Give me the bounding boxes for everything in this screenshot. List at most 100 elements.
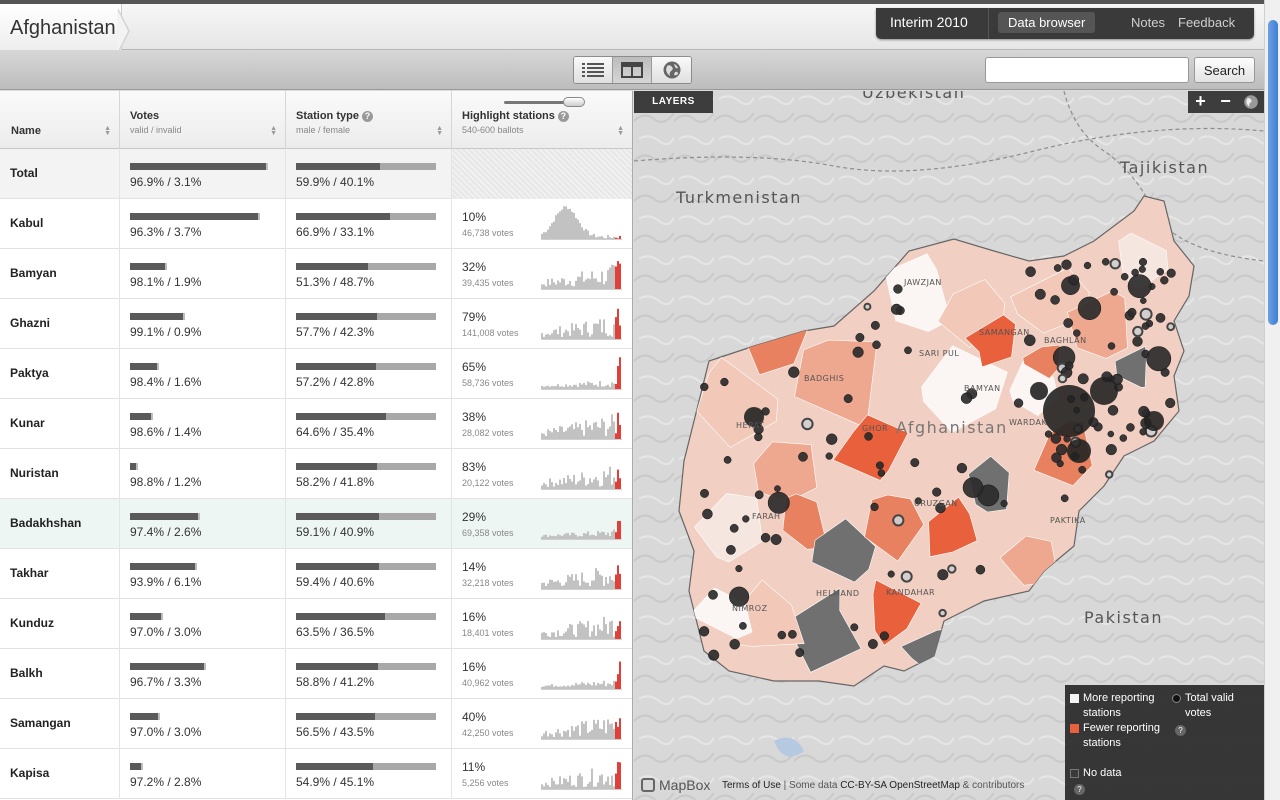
vote-dot[interactable] <box>1057 373 1068 384</box>
vote-dot[interactable] <box>956 462 968 474</box>
table-row[interactable]: Kapisa 97.2% / 2.8% 54.9% / 45.1% 11% 5,… <box>0 749 632 799</box>
mapbox-logo[interactable]: MapBox <box>641 777 710 793</box>
vote-dot[interactable] <box>1140 297 1147 304</box>
vote-dot[interactable] <box>1105 444 1117 456</box>
vote-dot[interactable] <box>892 514 905 527</box>
help-icon[interactable]: ? <box>1074 784 1085 795</box>
vote-dot[interactable] <box>1044 430 1053 438</box>
vote-dot[interactable] <box>1034 288 1046 300</box>
vote-dot[interactable] <box>1132 325 1144 338</box>
vote-dot[interactable] <box>708 589 718 600</box>
table-row[interactable]: Ghazni 99.1% / 0.9% 57.7% / 42.3% 79% 14… <box>0 299 632 349</box>
vote-dot[interactable] <box>1166 268 1176 278</box>
vote-dot[interactable] <box>708 649 720 661</box>
vote-dot[interactable] <box>1138 257 1148 267</box>
vote-dot[interactable] <box>1165 397 1176 409</box>
vote-dot[interactable] <box>887 570 895 578</box>
vote-dot[interactable] <box>852 346 864 358</box>
vote-dot[interactable] <box>875 461 884 470</box>
table-row[interactable]: Kabul 96.3% / 3.7% 66.9% / 33.1% 10% 46,… <box>0 199 632 249</box>
vote-dot[interactable] <box>910 458 920 468</box>
vote-dot[interactable] <box>1107 430 1115 438</box>
vote-dot[interactable] <box>742 515 750 523</box>
vote-dot[interactable] <box>1043 385 1095 437</box>
vote-dot[interactable] <box>1000 499 1008 508</box>
vote-dot[interactable] <box>975 564 986 575</box>
vote-dot[interactable] <box>1139 307 1153 321</box>
vote-dot[interactable] <box>1138 265 1146 273</box>
vote-dot[interactable] <box>1155 313 1166 323</box>
column-header-votes[interactable]: Votes valid / invalid ▲ ▼ <box>120 91 286 149</box>
vote-dot[interactable] <box>870 502 879 512</box>
vote-dot[interactable] <box>826 433 838 445</box>
vote-dot[interactable] <box>850 623 859 632</box>
vote-dot[interactable] <box>1056 460 1064 468</box>
list-view-button[interactable] <box>574 57 613 83</box>
vote-dot[interactable] <box>872 340 881 350</box>
vote-dot[interactable] <box>700 382 709 392</box>
vote-dot[interactable] <box>870 320 880 330</box>
terms-link[interactable]: Terms of Use <box>722 780 781 791</box>
search-button[interactable]: Search <box>1194 57 1255 83</box>
vote-dot[interactable] <box>855 333 865 342</box>
vote-dot[interactable] <box>1101 258 1110 266</box>
vote-dot[interactable] <box>1068 274 1080 286</box>
vote-dot[interactable] <box>938 608 947 618</box>
vote-dot[interactable] <box>1141 322 1150 330</box>
vote-dot[interactable] <box>1025 266 1036 277</box>
vote-dot[interactable] <box>1127 307 1137 317</box>
zoom-in-button[interactable]: + <box>1188 91 1213 113</box>
vote-dot[interactable] <box>1139 428 1147 436</box>
table-row-total[interactable]: Total 96.9% / 3.1% 59.9% / 40.1% <box>0 149 632 199</box>
vote-dot[interactable] <box>1078 465 1087 474</box>
vote-dot[interactable] <box>932 487 942 497</box>
vote-dot[interactable] <box>1107 342 1116 350</box>
vote-dot[interactable] <box>864 432 873 441</box>
column-header-highlight[interactable]: Highlight stations? 540-600 ballots ▲ ▼ <box>452 91 632 149</box>
vote-dot[interactable] <box>1064 361 1074 371</box>
vote-dot[interactable] <box>788 366 800 378</box>
scrollbar-thumb[interactable] <box>1268 20 1278 325</box>
breadcrumb[interactable]: Afghanistan <box>0 4 122 50</box>
vote-dot[interactable] <box>1063 318 1074 328</box>
vote-dot[interactable] <box>904 346 912 355</box>
vote-dot[interactable] <box>867 639 878 649</box>
nav-feedback[interactable]: Feedback <box>1168 12 1245 33</box>
table-row[interactable]: Bamyan 98.1% / 1.9% 51.3% / 48.7% 32% 39… <box>0 249 632 299</box>
vote-dot[interactable] <box>1050 295 1060 305</box>
vote-dot[interactable] <box>1060 494 1069 503</box>
help-icon[interactable]: ? <box>1175 725 1186 736</box>
search-input[interactable] <box>985 57 1189 83</box>
vote-dot[interactable] <box>900 570 913 583</box>
vote-dot[interactable] <box>729 523 739 533</box>
table-row[interactable]: Nuristan 98.8% / 1.2% 58.2% / 41.8% 83% … <box>0 449 632 499</box>
vote-dot[interactable] <box>770 534 782 545</box>
table-row[interactable]: Badakhshan 97.4% / 2.6% 59.1% / 40.9% 29… <box>0 499 632 549</box>
vote-dot[interactable] <box>1119 434 1128 442</box>
map-view-button[interactable] <box>652 57 691 83</box>
vote-dot[interactable] <box>1132 336 1143 347</box>
vote-dot[interactable] <box>947 564 957 574</box>
vote-dot[interactable] <box>767 491 790 514</box>
vote-dot[interactable] <box>890 303 903 315</box>
vote-dot[interactable] <box>877 469 886 477</box>
vote-dot[interactable] <box>795 648 805 658</box>
vote-dot[interactable] <box>1166 322 1176 332</box>
vote-dot[interactable] <box>798 451 808 462</box>
vote-dot[interactable] <box>774 485 781 492</box>
table-row[interactable]: Kunduz 97.0% / 3.0% 63.5% / 36.5% 16% 18… <box>0 599 632 649</box>
vote-dot[interactable] <box>1110 287 1118 296</box>
vote-dot[interactable] <box>1061 259 1072 270</box>
help-icon[interactable]: ? <box>361 111 373 122</box>
layers-button[interactable]: LAYERS <box>634 91 713 113</box>
vote-dot[interactable] <box>735 565 743 573</box>
vote-dot[interactable] <box>1107 405 1119 416</box>
vote-dot[interactable] <box>1105 470 1114 479</box>
zoom-out-button[interactable]: − <box>1213 91 1238 113</box>
vote-dot[interactable] <box>1144 411 1164 431</box>
nav-data-browser[interactable]: Data browser <box>998 12 1096 33</box>
vote-dot[interactable] <box>760 532 771 543</box>
split-view-button[interactable] <box>613 57 652 83</box>
vote-dot[interactable] <box>1160 276 1169 285</box>
help-icon[interactable]: ? <box>557 111 569 122</box>
